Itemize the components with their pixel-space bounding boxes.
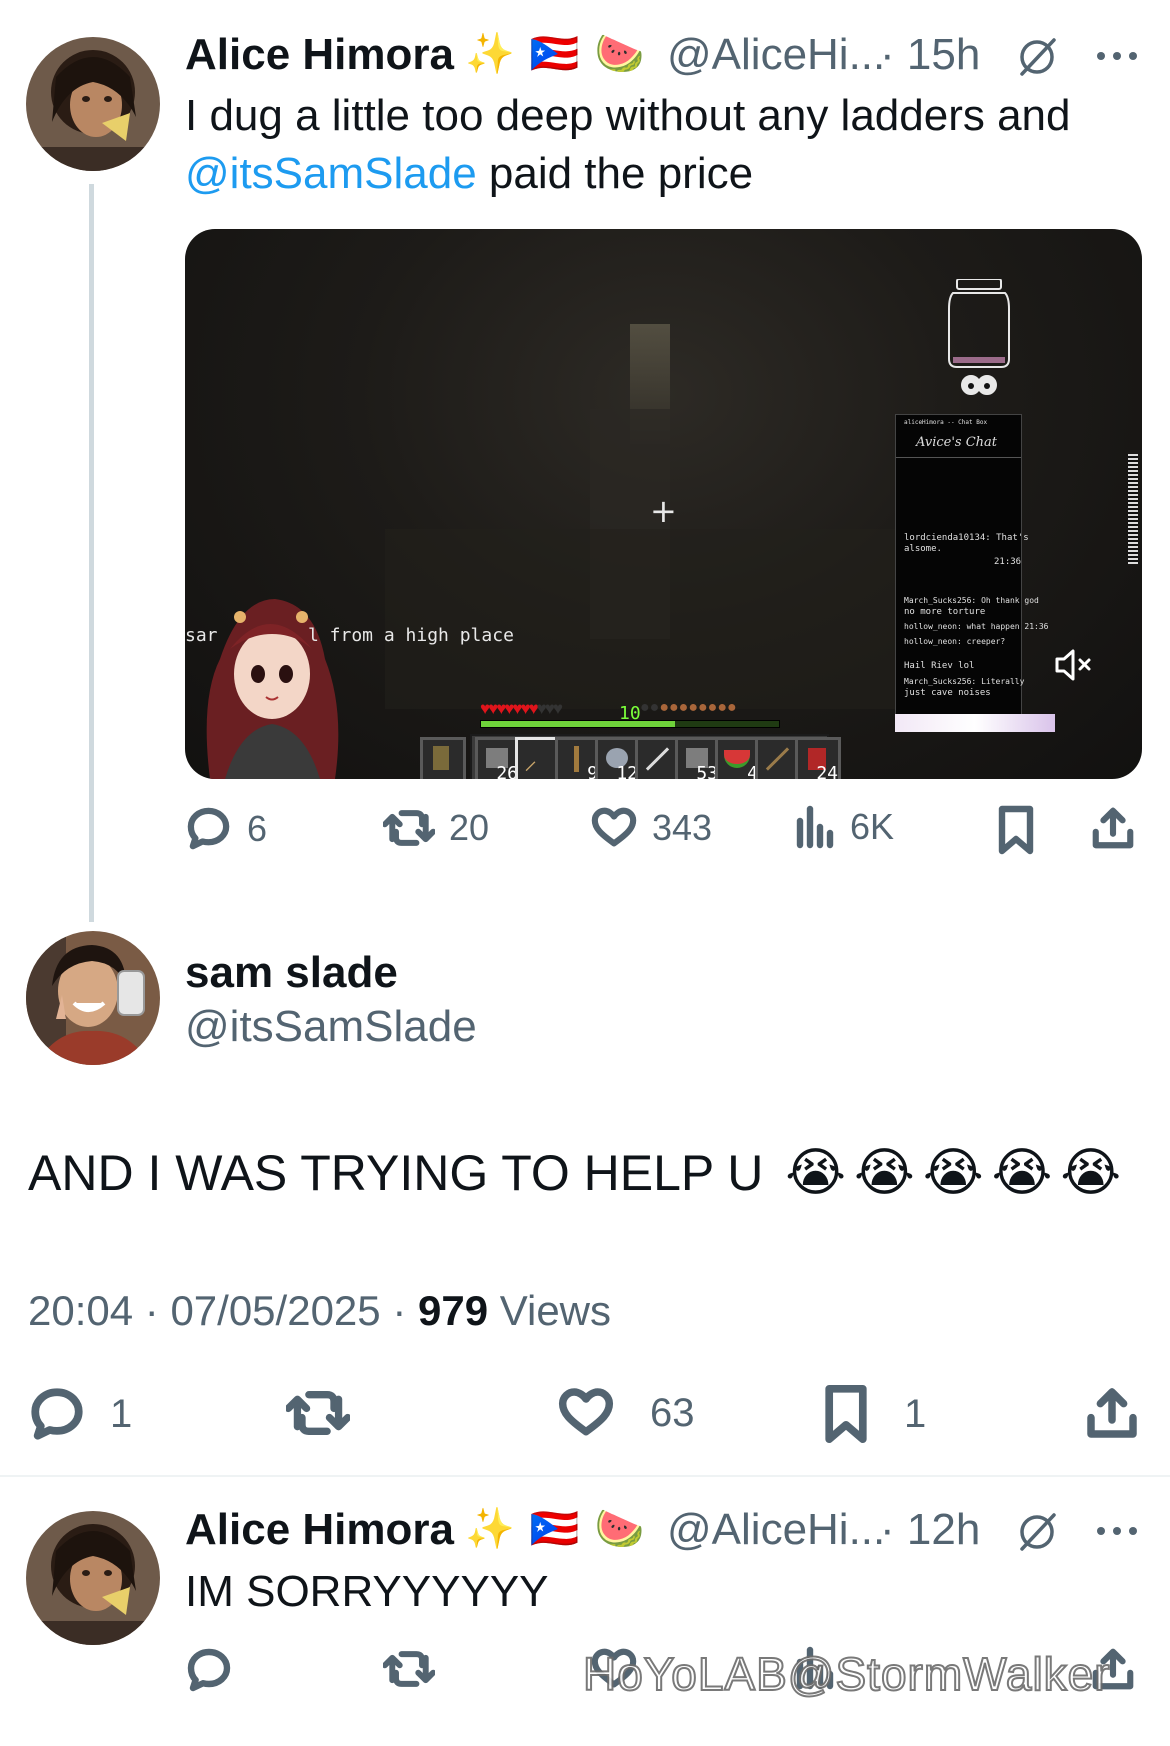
- bookmark-button[interactable]: 1: [822, 1383, 926, 1445]
- author-badges: ✨ 🇵🇷 🍉: [465, 32, 647, 76]
- bookmark-count: 1: [904, 1391, 927, 1436]
- stream-chat-panel: aliceHimora -- Chat Box Avice's Chat lor…: [895, 414, 1049, 716]
- avatar-alice-himora[interactable]: [26, 1511, 160, 1645]
- repost-icon: [383, 1651, 435, 1687]
- bookmark-button[interactable]: [996, 805, 1036, 855]
- tweet-text: I dug a little too deep without any ladd…: [185, 87, 1125, 203]
- author-handle[interactable]: @AliceHi...: [667, 30, 885, 80]
- offhand-slot: [420, 737, 466, 779]
- share-icon: [1087, 1388, 1137, 1438]
- reply-button[interactable]: [185, 1646, 233, 1694]
- tweet-date[interactable]: 07/05/2025: [170, 1287, 380, 1334]
- bookmark-icon: [998, 805, 1034, 855]
- share-button[interactable]: [1084, 1385, 1140, 1441]
- repost-button[interactable]: 20: [383, 805, 489, 851]
- bookmark-icon: [825, 1384, 867, 1444]
- hotbar-slot-9: 24: [795, 737, 841, 779]
- tweet-text-part1: I dug a little too deep without any ladd…: [185, 91, 1071, 140]
- crying-emojis: 😭😭😭😭😭: [785, 1144, 1130, 1202]
- reply-icon: [187, 807, 230, 850]
- chat-panel-glow: [895, 714, 1055, 732]
- more-options-icon[interactable]: [1097, 1527, 1137, 1535]
- author-name[interactable]: Alice Himora: [185, 1505, 454, 1555]
- mention-link[interactable]: @itsSamSlade: [185, 149, 477, 198]
- repost-button[interactable]: [286, 1385, 350, 1441]
- chat-line-6: hollow_neon: what happen 21:36: [904, 622, 1049, 631]
- chat-header: Avice's Chat: [916, 435, 998, 450]
- death-message-prefix: sar: [185, 625, 218, 646]
- chat-line-9: March_Sucks256: Literally: [904, 677, 1025, 686]
- author-name[interactable]: Alice Himora: [185, 30, 454, 80]
- death-message: l from a high place: [308, 625, 514, 646]
- views-icon: [796, 805, 834, 849]
- author-badges: ✨ 🇵🇷 🍉: [465, 1507, 647, 1551]
- tweet-text-part2: paid the price: [476, 149, 754, 198]
- like-count: 63: [650, 1390, 695, 1435]
- heart-icon: [591, 807, 637, 847]
- xp-level: 10: [619, 703, 641, 724]
- author-handle[interactable]: @AliceHi...: [667, 1505, 885, 1555]
- more-options-icon[interactable]: [1097, 52, 1137, 60]
- hunger-bar: ●●●●●●●●●●: [640, 699, 737, 716]
- mute-icon[interactable]: [1053, 647, 1093, 688]
- chat-box-label: aliceHimora -- Chat Box: [904, 419, 988, 426]
- author-handle[interactable]: @itsSamSlade: [185, 1002, 477, 1052]
- jar-overlay-icon: [947, 278, 1011, 404]
- avatar-sam-slade[interactable]: [26, 931, 160, 1065]
- chat-line-8: Hail Riev lol: [904, 661, 975, 671]
- tweet-time[interactable]: · 15h: [880, 30, 980, 80]
- repost-button[interactable]: [383, 1646, 435, 1692]
- like-button[interactable]: 63: [556, 1385, 695, 1441]
- vtuber-avatar: [190, 579, 350, 779]
- main-tweet-words: AND I WAS TRYING TO HELP U: [28, 1145, 764, 1201]
- views-button[interactable]: 6K: [796, 805, 894, 849]
- reply-icon: [187, 1648, 231, 1692]
- tweet-timestamp-line: 20:04 · 07/05/2025 · 979 Views: [28, 1287, 612, 1334]
- avatar-alice-himora[interactable]: [26, 37, 160, 171]
- repost-icon: [383, 810, 435, 846]
- crosshair-icon: +: [650, 492, 677, 530]
- tweet-text: IM SORRYYYYYY: [185, 1567, 549, 1616]
- reply-button[interactable]: 6: [185, 805, 267, 853]
- reply-count: 6: [247, 808, 268, 849]
- tweet-time[interactable]: 20:04: [28, 1287, 133, 1334]
- views-label: Views: [499, 1287, 612, 1334]
- heart-icon: [558, 1388, 614, 1436]
- views-count-bold: 979: [417, 1287, 489, 1334]
- author-name[interactable]: sam slade: [185, 948, 398, 998]
- main-tweet-text: AND I WAS TRYING TO HELP U 😭😭😭😭😭: [28, 1143, 1129, 1203]
- tweet-media-video[interactable]: + sar l from a high place ♥♥♥♥♥♥♥♥♥♥ ●●●…: [185, 229, 1142, 779]
- repost-icon: [286, 1391, 350, 1435]
- chat-line-3: 21:36: [994, 557, 1022, 567]
- reply-count: 1: [110, 1391, 133, 1436]
- chat-line-5: no more torture: [904, 607, 986, 617]
- repost-count: 20: [449, 807, 490, 848]
- like-count: 343: [652, 807, 713, 848]
- health-hearts: ♥♥♥♥♥♥♥♥♥♥: [480, 699, 563, 718]
- reply-icon: [31, 1388, 83, 1440]
- like-button[interactable]: 343: [590, 805, 712, 851]
- barcode-decoration: [1128, 454, 1138, 564]
- share-button[interactable]: [1090, 805, 1136, 851]
- chat-line-1: lordcienda10134: That's: [904, 533, 1029, 543]
- chat-line-2: alsome.: [904, 544, 942, 554]
- share-icon: [1092, 807, 1134, 849]
- tweet-time[interactable]: · 12h: [880, 1505, 980, 1555]
- watermark: HoYoLAB@StormWalker: [582, 1647, 1111, 1701]
- divider: [0, 1475, 1170, 1477]
- reply-button[interactable]: 1: [28, 1385, 132, 1443]
- chat-line-10: just cave noises: [904, 688, 991, 698]
- grok-icon[interactable]: [1014, 1509, 1060, 1560]
- thread-connector-line: [89, 184, 94, 922]
- chat-line-7: hollow_neon: creeper?: [904, 637, 1006, 646]
- cave-floor-shape: [385, 529, 905, 709]
- grok-icon[interactable]: [1014, 34, 1060, 85]
- chat-line-4: March_Sucks256: Oh thank god: [904, 596, 1039, 605]
- views-count: 6K: [850, 806, 895, 847]
